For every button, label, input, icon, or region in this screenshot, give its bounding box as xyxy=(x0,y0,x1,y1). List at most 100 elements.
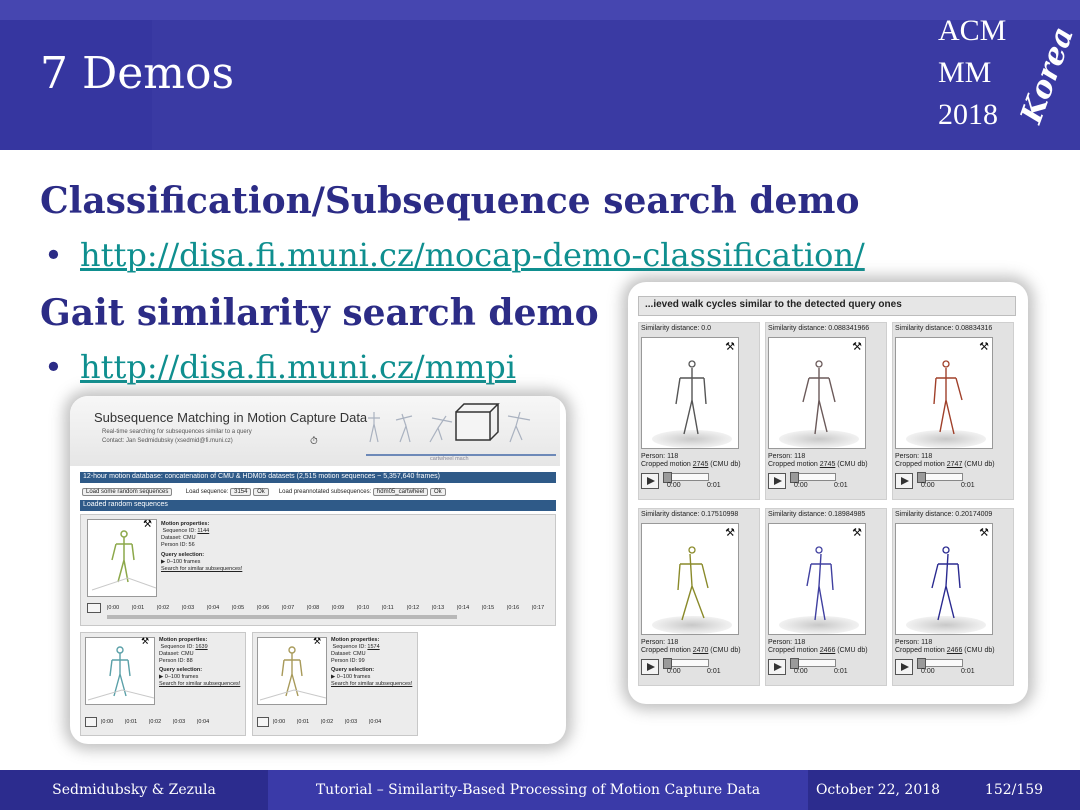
play-button[interactable] xyxy=(768,659,786,675)
timeline-tick: |0:05 xyxy=(232,605,245,611)
motion-player: 0:00 0:01 xyxy=(895,658,993,675)
motion-meta: Person: 118 Cropped motion 2466 (CMU db) xyxy=(768,639,868,655)
skeleton-figure xyxy=(806,546,834,621)
settings-tool-icon[interactable]: ⚒ xyxy=(313,637,321,647)
play-button[interactable] xyxy=(641,473,659,489)
cropped-motion-row: Cropped motion 2470 (CMU db) xyxy=(641,647,741,655)
sequence-id-link[interactable]: 1144 xyxy=(197,528,209,534)
load-sequence-label: Load sequence: xyxy=(185,489,229,495)
motion-meta: Person: 118 Cropped motion 2466 (CMU db) xyxy=(895,639,995,655)
motion-meta: Person: 118 Cropped motion 2745 (CMU db) xyxy=(641,453,741,469)
play-button[interactable] xyxy=(87,603,101,613)
main-scrollbar[interactable] xyxy=(107,615,457,619)
timeline-tick: |0:01 xyxy=(132,605,145,611)
settings-tool-icon[interactable]: ⚒ xyxy=(725,340,735,353)
timeline-tick: |0:00 xyxy=(273,719,286,725)
cropped-motion-row: Cropped motion 2745 (CMU db) xyxy=(641,461,741,469)
small-sequence-box: ⚒ Motion properties: Sequence ID: 1639 Dat… xyxy=(80,632,246,736)
timeline-tick: |0:00 xyxy=(107,605,120,611)
skeleton-figure xyxy=(933,360,963,435)
settings-tool-icon[interactable]: ⚒ xyxy=(141,637,149,647)
motion-id-link[interactable]: 2466 xyxy=(947,647,963,654)
load-sequence-ok-button[interactable]: Ok xyxy=(253,488,269,496)
timeline-tick: |0:04 xyxy=(197,719,210,725)
gait-demo-link[interactable]: http://disa.fi.muni.cz/mmpi xyxy=(80,348,516,386)
classification-demo-link[interactable]: http://disa.fi.muni.cz/mocap-demo-classi… xyxy=(80,236,865,274)
person-text: Person: 118 xyxy=(768,453,806,460)
sequence-id-link[interactable]: 1574 xyxy=(367,644,379,650)
motion-id-link[interactable]: 2466 xyxy=(820,647,836,654)
motion-id-link[interactable]: 2470 xyxy=(693,647,709,654)
app-title: Subsequence Matching in Motion Capture D… xyxy=(94,410,368,425)
preannotated-select[interactable]: hdm05_cartwheel xyxy=(372,488,429,496)
timeline-tick: |0:03 xyxy=(173,719,186,725)
search-similar-link[interactable]: Search for similar subsequences! xyxy=(161,566,242,572)
play-button[interactable] xyxy=(257,717,269,727)
skeleton-figure xyxy=(677,546,709,621)
result-cell: Similarity distance: 0.08834316 ⚒ Person: … xyxy=(892,322,1014,500)
play-button[interactable] xyxy=(641,659,659,675)
cube-icon xyxy=(455,411,491,441)
settings-tool-icon[interactable]: ⚒ xyxy=(143,519,152,530)
sequence-id-row: Sequence ID: 1144 xyxy=(161,528,242,535)
preannotated-ok-button[interactable]: Ok xyxy=(429,488,446,496)
result-cell: Similarity distance: 0.20174009 ⚒ Person: … xyxy=(892,508,1014,686)
timeline-tick: |0:11 xyxy=(382,605,394,611)
db-label: (CMU db) xyxy=(964,647,995,654)
loaded-sequences-bar: Loaded random sequences xyxy=(80,500,556,511)
sequence-id-link[interactable]: 1639 xyxy=(195,644,207,650)
settings-tool-icon[interactable]: ⚒ xyxy=(852,526,862,539)
similarity-distance: Similarity distance: 0.18984985 xyxy=(768,511,866,518)
time-end: 0:01 xyxy=(834,482,848,489)
logo-mm: MM xyxy=(938,56,992,89)
play-button[interactable] xyxy=(895,659,913,675)
frame-range: 0–100 frames xyxy=(336,674,371,680)
properties-label: Motion properties: xyxy=(331,637,380,643)
person-id-text: Person ID: 88 xyxy=(159,658,193,664)
search-similar-link[interactable]: Search for similar subsequences! xyxy=(331,681,412,687)
similarity-distance: Similarity distance: 0.17510998 xyxy=(641,511,739,518)
sequence-properties: Motion properties: Sequence ID: 1574 Data… xyxy=(331,637,412,688)
sequence-id-row: Sequence ID: 1639 xyxy=(159,644,240,651)
db-label: (CMU db) xyxy=(837,647,868,654)
settings-tool-icon[interactable]: ⚒ xyxy=(979,526,989,539)
timeline-tick: |0:03 xyxy=(345,719,358,725)
small-sequence-box: ⚒ Motion properties: Sequence ID: 1574 Dat… xyxy=(252,632,418,736)
play-button[interactable] xyxy=(768,473,786,489)
load-controls: Load some random sequences Load sequence… xyxy=(82,488,446,496)
header-motion-illustration xyxy=(368,403,531,443)
app-subtitle: Real-time searching for subsequences sim… xyxy=(102,428,252,446)
sequence-3d-view xyxy=(257,637,327,705)
skeleton-view: ⚒ xyxy=(641,523,739,635)
play-button[interactable] xyxy=(85,717,97,727)
cropped-motion-label: Cropped motion xyxy=(768,461,818,468)
settings-tool-icon[interactable]: ⚒ xyxy=(979,340,989,353)
motion-id-link[interactable]: 2745 xyxy=(693,461,709,468)
motion-player: 0:00 0:01 xyxy=(895,472,993,489)
skeleton-figure xyxy=(802,360,836,435)
load-random-button[interactable]: Load some random sequences xyxy=(82,488,173,496)
footer-page-number: 152/159 xyxy=(984,782,1044,798)
sequence-id-input[interactable]: 3154 xyxy=(230,488,252,496)
play-button[interactable] xyxy=(895,473,913,489)
sequence-3d-view xyxy=(87,519,157,597)
person-text: Person: 118 xyxy=(895,639,933,646)
timeline-tick: |0:04 xyxy=(369,719,382,725)
person-text: Person: 118 xyxy=(768,639,806,646)
time-start: 0:00 xyxy=(921,482,935,489)
settings-tool-icon[interactable]: ⚒ xyxy=(852,340,862,353)
timeline-tick: |0:15 xyxy=(482,605,495,611)
frame-range: 0–100 frames xyxy=(164,674,199,680)
settings-tool-icon[interactable]: ⚒ xyxy=(725,526,735,539)
motion-player: 0:00 0:01 xyxy=(641,472,739,489)
cropped-motion-label: Cropped motion xyxy=(768,647,818,654)
search-similar-link[interactable]: Search for similar subsequences! xyxy=(159,681,240,687)
results-title-bar: ...ieved walk cycles similar to the dete… xyxy=(638,296,1016,316)
timeline-tick: |0:04 xyxy=(207,605,220,611)
slide-header: 7 Demos ACM MM 2018 Korea xyxy=(0,0,1080,150)
time-end: 0:01 xyxy=(961,482,975,489)
motion-id-link[interactable]: 2745 xyxy=(820,461,836,468)
timeline-tick: |0:09 xyxy=(332,605,345,611)
timeline-tick: |0:07 xyxy=(282,605,295,611)
motion-id-link[interactable]: 2747 xyxy=(947,461,963,468)
